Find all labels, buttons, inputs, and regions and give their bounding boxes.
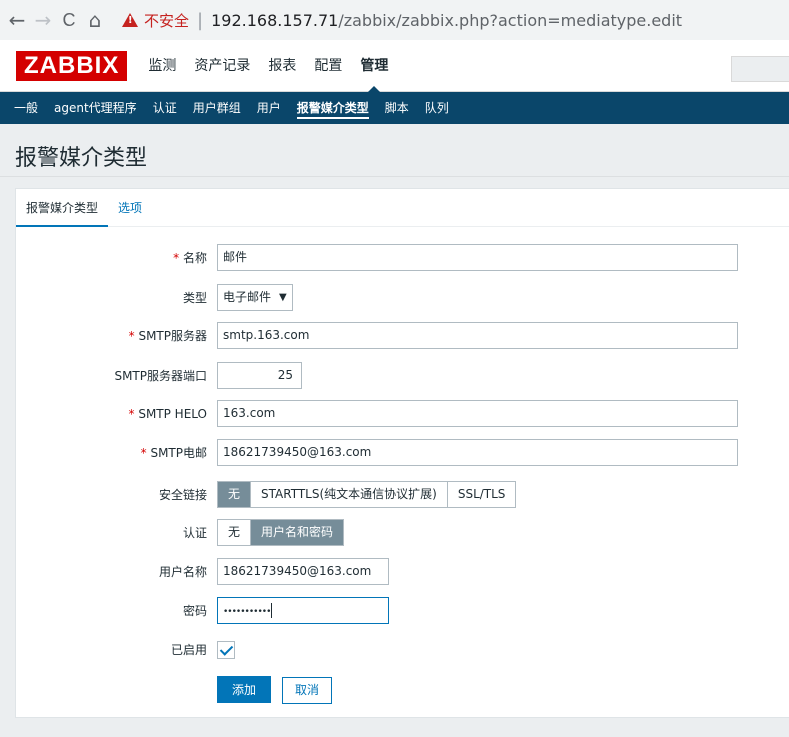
smtp-server-input[interactable]: smtp.163.com — [217, 322, 738, 349]
password-label: 密码 — [182, 604, 207, 618]
security-option-none[interactable]: 无 — [218, 482, 252, 507]
row-enabled: 已启用 — [16, 636, 789, 664]
back-arrow-icon[interactable]: ← — [4, 8, 30, 32]
home-icon[interactable]: ⌂ — [82, 8, 108, 32]
security-label: 不安全 — [144, 11, 190, 30]
type-field-wrap: 电子邮件 ▼ — [217, 284, 293, 312]
security-warning[interactable]: 不安全 — [122, 10, 189, 31]
buttons-wrap: 添加 取消 — [217, 676, 333, 704]
menu-configuration[interactable]: 配置 — [305, 40, 351, 92]
row-smtp-port: SMTP服务器端口 25 — [16, 362, 789, 390]
username-input[interactable]: 18621739450@163.com — [217, 558, 389, 585]
search-input[interactable] — [731, 56, 789, 82]
browser-toolbar: ← → C ⌂ 不安全 | 192.168.157.71/zabbix/zabb… — [0, 0, 789, 40]
username-label: 用户名称 — [158, 565, 207, 579]
row-security: 安全链接 无 STARTTLS(纯文本通信协议扩展) SSL/TLS — [16, 481, 789, 509]
row-buttons: 添加 取消 — [16, 676, 789, 704]
dropdown-caret-icon: ▼ — [279, 292, 287, 303]
type-label: 类型 — [182, 291, 207, 305]
security-option-ssl-tls[interactable]: SSL/TLS — [447, 482, 516, 507]
submenu-proxies[interactable]: agent代理程序 — [46, 92, 145, 124]
zabbix-logo[interactable]: ZABBIX — [16, 50, 128, 81]
smtp-server-field-wrap: smtp.163.com — [217, 322, 738, 350]
tab-options[interactable]: 选项 — [108, 189, 152, 226]
submenu-authentication[interactable]: 认证 — [145, 92, 185, 124]
row-name: 名称 邮件 — [16, 244, 789, 272]
row-auth: 认证 无 用户名和密码 — [16, 519, 789, 547]
smtp-email-label: SMTP电邮 — [141, 439, 207, 467]
submenu-user-groups[interactable]: 用户群组 — [185, 92, 249, 124]
smtp-port-field-wrap: 25 — [217, 362, 302, 390]
forward-arrow-icon[interactable]: → — [30, 8, 56, 32]
menu-monitoring[interactable]: 监测 — [139, 40, 185, 92]
password-field-wrap: ••••••••••• — [217, 597, 389, 625]
username-field-wrap: 18621739450@163.com — [217, 558, 389, 586]
name-field-wrap: 邮件 — [217, 244, 738, 272]
row-username: 用户名称 18621739450@163.com — [16, 558, 789, 586]
url-host: 192.168.157.71 — [211, 10, 339, 30]
menu-reports[interactable]: 报表 — [259, 40, 305, 92]
submenu-scripts[interactable]: 脚本 — [377, 92, 417, 124]
auth-field-wrap: 无 用户名和密码 — [217, 519, 345, 547]
auth-option-password[interactable]: 用户名和密码 — [251, 520, 344, 545]
type-select[interactable]: 电子邮件 ▼ — [217, 284, 293, 311]
title-divider — [0, 176, 789, 177]
tab-media-type[interactable]: 报警媒介类型 — [16, 189, 109, 227]
enabled-field-wrap — [217, 636, 235, 664]
smtp-port-input[interactable]: 25 — [217, 362, 302, 389]
row-smtp-helo: SMTP HELO 163.com — [16, 400, 789, 428]
address-url[interactable]: 192.168.157.71/zabbix/zabbix.php?action=… — [211, 11, 682, 30]
security-field-wrap: 无 STARTTLS(纯文本通信协议扩展) SSL/TLS — [217, 481, 517, 509]
smtp-email-field-wrap: 18621739450@163.com — [217, 439, 738, 467]
sub-menu: 一般 agent代理程序 认证 用户群组 用户 报警媒介类型 脚本 队列 — [0, 92, 789, 124]
submenu-users[interactable]: 用户 — [249, 92, 289, 124]
url-path: /zabbix/zabbix.php?action=mediatype.edit — [338, 10, 683, 30]
submenu-queue[interactable]: 队列 — [417, 92, 457, 124]
row-smtp-server: SMTP服务器 smtp.163.com — [16, 322, 789, 350]
text-cursor — [271, 603, 273, 618]
menu-administration[interactable]: 管理 — [351, 40, 397, 93]
smtp-helo-input[interactable]: 163.com — [217, 400, 738, 427]
password-masked-value: ••••••••••• — [223, 607, 271, 617]
enabled-checkbox[interactable] — [217, 641, 235, 659]
address-divider: | — [197, 9, 204, 31]
enabled-label: 已启用 — [170, 643, 207, 657]
security-segmented: 无 STARTTLS(纯文本通信协议扩展) SSL/TLS — [217, 481, 517, 508]
type-select-value: 电子邮件 — [223, 290, 272, 304]
auth-label: 认证 — [182, 526, 207, 540]
smtp-email-input[interactable]: 18621739450@163.com — [217, 439, 738, 466]
smtp-port-label: SMTP服务器端口 — [114, 369, 207, 383]
auth-option-none[interactable]: 无 — [218, 520, 252, 545]
smtp-server-label: SMTP服务器 — [129, 322, 207, 350]
row-type: 类型 电子邮件 ▼ — [16, 284, 789, 312]
form-panel: 报警媒介类型 选项 名称 邮件 类型 电子邮件 ▼ SMTP服务器 smtp.1… — [15, 188, 789, 718]
main-header: ZABBIX 监测 资产记录 报表 配置 管理 — [0, 40, 789, 93]
form-tabs: 报警媒介类型 选项 — [16, 189, 789, 227]
security-label: 安全链接 — [158, 488, 207, 502]
reload-icon[interactable]: C — [56, 10, 82, 31]
auth-segmented: 无 用户名和密码 — [217, 519, 345, 546]
main-menu: 监测 资产记录 报表 配置 管理 — [139, 40, 397, 93]
cancel-button[interactable]: 取消 — [282, 677, 333, 704]
name-label: 名称 — [173, 244, 207, 272]
warning-triangle-icon — [122, 13, 138, 27]
smtp-helo-field-wrap: 163.com — [217, 400, 738, 428]
name-input[interactable]: 邮件 — [217, 244, 738, 271]
security-option-starttls[interactable]: STARTTLS(纯文本通信协议扩展) — [251, 482, 448, 507]
row-smtp-email: SMTP电邮 18621739450@163.com — [16, 439, 789, 467]
smtp-helo-label: SMTP HELO — [129, 400, 207, 428]
menu-inventory[interactable]: 资产记录 — [185, 40, 259, 92]
submenu-media-types[interactable]: 报警媒介类型 — [289, 92, 377, 124]
add-button[interactable]: 添加 — [217, 676, 272, 703]
page-title: 报警媒介类型 — [15, 146, 148, 171]
row-password: 密码 ••••••••••• — [16, 597, 789, 625]
submenu-general[interactable]: 一般 — [0, 92, 46, 124]
password-input[interactable]: ••••••••••• — [217, 597, 389, 624]
